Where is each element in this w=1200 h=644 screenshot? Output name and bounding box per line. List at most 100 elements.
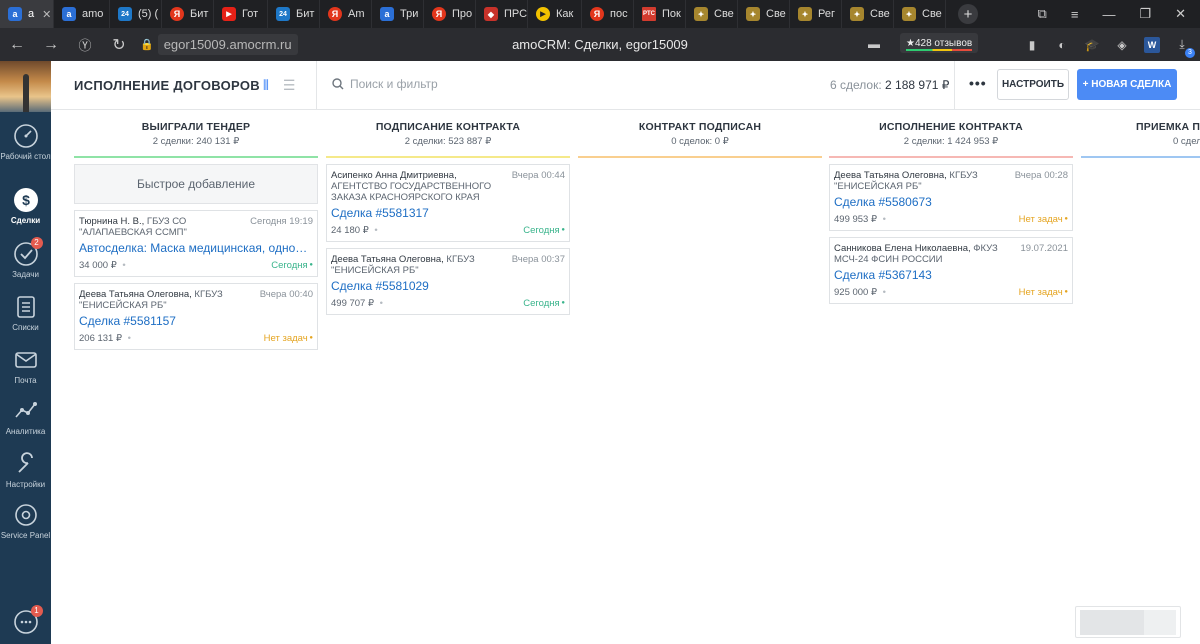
pipeline-title[interactable]: ИСПОЛНЕНИЕ ДОГОВОРОВ: [74, 78, 260, 93]
kanban-view-icon[interactable]: ⫴: [263, 77, 269, 94]
task-status[interactable]: Нет задач: [264, 333, 313, 344]
browser-tab[interactable]: Япос: [582, 0, 634, 28]
deal-card[interactable]: Асипенко Анна Дмитриевна, АГЕНТСТВО ГОСУ…: [326, 164, 570, 243]
browser-tab[interactable]: a a ✕: [0, 0, 54, 28]
close-tab-icon[interactable]: ✕: [42, 8, 51, 21]
extension-icon[interactable]: 🎓: [1084, 37, 1100, 53]
extension-icon[interactable]: ◈: [1114, 37, 1130, 53]
task-status[interactable]: Сегодня: [523, 298, 565, 309]
tab-favicon-icon: ✦: [746, 7, 760, 21]
sidebar-item-service-panel[interactable]: Service Panel: [0, 502, 51, 541]
deal-link[interactable]: Сделка #5580673: [834, 195, 1068, 209]
column-summary: 2 сделки: 523 887 ₽: [404, 136, 492, 147]
reload-icon[interactable]: ↻: [102, 35, 136, 55]
contact-name[interactable]: Тюрнина Н. В.,: [79, 216, 144, 227]
contact-name[interactable]: Деева Татьяна Олеговна,: [79, 289, 192, 300]
browser-tab[interactable]: 24 Бит: [268, 0, 320, 28]
more-options-button[interactable]: •••: [969, 75, 987, 91]
deal-link[interactable]: Сделка #5367143: [834, 268, 1068, 282]
task-status[interactable]: Сегодня: [271, 260, 313, 271]
reviews-badge[interactable]: ★428 отзывов: [900, 33, 979, 53]
back-icon[interactable]: ←: [0, 36, 34, 54]
task-status[interactable]: Нет задач: [1019, 214, 1068, 225]
tab-favicon-icon: a: [380, 7, 394, 21]
contact-name[interactable]: Асипенко Анна Дмитриевна,: [331, 170, 457, 181]
new-tab-button[interactable]: +: [958, 4, 978, 24]
list-view-icon[interactable]: ☰: [283, 77, 296, 94]
deals-icon: $: [13, 187, 39, 213]
sidebar-item-dashboard[interactable]: Рабочий стол: [0, 123, 51, 162]
browser-tab[interactable]: Я Бит: [162, 0, 214, 28]
url-field[interactable]: egor15009.amocrm.ru: [157, 34, 298, 55]
new-deal-button[interactable]: + НОВАЯ СДЕЛКА: [1077, 69, 1177, 100]
tab-favicon-icon: ✦: [850, 7, 864, 21]
tab-favicon-icon: ✦: [902, 7, 916, 21]
deal-card[interactable]: Деева Татьяна Олеговна, КГБУЗ "ЕНИСЕЙСКА…: [326, 248, 570, 316]
sidebar-item-tasks[interactable]: 2 Задачи: [0, 237, 51, 280]
close-window-icon[interactable]: ✕: [1175, 6, 1186, 22]
word-extension-icon[interactable]: W: [1144, 36, 1160, 53]
deal-link[interactable]: Сделка #5581029: [331, 279, 565, 293]
sidebar-item-mail[interactable]: Почта: [0, 347, 51, 386]
sidebar-item-deals[interactable]: $ Сделки: [0, 187, 51, 226]
extension-icon[interactable]: ◐: [1054, 37, 1070, 53]
browser-tab[interactable]: ✦ Све: [686, 0, 738, 28]
yandex-logo-icon[interactable]: Ⓨ: [68, 35, 102, 54]
browser-tab[interactable]: a amo: [54, 0, 110, 28]
browser-tab[interactable]: ▶ Гот: [214, 0, 268, 28]
floating-widget[interactable]: [1075, 606, 1181, 638]
deal-date: 19.07.2021: [1020, 243, 1068, 255]
extension-icons: ▮ ◐ 🎓 ◈ W ⤓ 3: [1024, 28, 1200, 61]
sidebar-item-lists[interactable]: Списки: [0, 294, 51, 333]
deal-date: Вчера 00:40: [259, 289, 313, 301]
user-avatar[interactable]: [0, 61, 51, 112]
sidebar-item-settings[interactable]: Настройки: [0, 451, 51, 490]
deal-card[interactable]: Санникова Елена Николаевна, ФКУЗ МСЧ-24 …: [829, 237, 1073, 305]
column-title: ИСПОЛНЕНИЕ КОНТРАКТА: [879, 121, 1023, 133]
deal-card[interactable]: Деева Татьяна Олеговна, КГБУЗ "ЕНИСЕЙСКА…: [74, 283, 318, 351]
column-title: КОНТРАКТ ПОДПИСАН: [638, 121, 762, 133]
contact-name[interactable]: Деева Татьяна Олеговна,: [834, 170, 947, 181]
deal-card[interactable]: Тюрнина Н. В., ГБУЗ СО "АЛАПАЕВСКАЯ ССМП…: [74, 210, 318, 278]
restore-icon[interactable]: ❐: [1139, 6, 1151, 22]
browser-tab[interactable]: ✦ Све: [842, 0, 894, 28]
deal-price: 925 000 ₽: [834, 287, 886, 298]
browser-tab[interactable]: ✦ Рег: [790, 0, 842, 28]
menu-icon[interactable]: ≡: [1071, 7, 1079, 22]
browser-tab[interactable]: ✦ Све: [894, 0, 946, 28]
bookmark-icon[interactable]: ▮: [1024, 37, 1040, 53]
contact-name[interactable]: Санникова Елена Николаевна,: [834, 243, 971, 254]
browser-tab[interactable]: ◆ ПРС: [476, 0, 528, 28]
svg-text:$: $: [22, 192, 30, 208]
browser-tab[interactable]: Я Am: [320, 0, 372, 28]
browser-tab[interactable]: a Три: [372, 0, 424, 28]
minimize-icon[interactable]: —: [1102, 7, 1115, 22]
sidebar-item-analytics[interactable]: Аналитика: [0, 398, 51, 437]
tab-favicon-icon: a: [62, 7, 76, 21]
tabs-overview-icon[interactable]: ⧉: [1038, 6, 1047, 22]
deal-link[interactable]: Автосделка: Маска медицинская, одноразов…: [79, 241, 313, 255]
chat-button[interactable]: 1: [0, 605, 51, 638]
chat-icon: 1: [13, 605, 43, 635]
deal-date: Вчера 00:28: [1014, 170, 1068, 181]
deal-link[interactable]: Сделка #5581317: [331, 206, 565, 220]
forward-icon[interactable]: →: [34, 36, 68, 54]
quick-add-button[interactable]: Быстрое добавление: [74, 164, 318, 204]
contact-name[interactable]: Деева Татьяна Олеговна,: [331, 254, 444, 265]
browser-tab[interactable]: 24 (5) (: [110, 0, 162, 28]
task-status[interactable]: Сегодня: [523, 225, 565, 236]
browser-tab[interactable]: РТС Пок: [634, 0, 686, 28]
task-status[interactable]: Нет задач: [1019, 287, 1068, 298]
deal-date: Вчера 00:37: [511, 254, 565, 266]
deal-link[interactable]: Сделка #5581157: [79, 314, 313, 328]
browser-tab[interactable]: ✦ Све: [738, 0, 790, 28]
dashboard-icon: [13, 123, 39, 149]
configure-button[interactable]: НАСТРОИТЬ: [997, 69, 1069, 100]
search-filter[interactable]: Поиск и фильтр: [332, 77, 438, 91]
deal-card[interactable]: Деева Татьяна Олеговна, КГБУЗ "ЕНИСЕЙСКА…: [829, 164, 1073, 232]
download-icon[interactable]: ⤓ 3: [1174, 37, 1195, 58]
column-color-line: [74, 156, 318, 158]
chat-bubble-icon[interactable]: ▬: [866, 36, 882, 52]
browser-tab[interactable]: Я Про: [424, 0, 476, 28]
browser-tab[interactable]: ▶ Как: [528, 0, 582, 28]
